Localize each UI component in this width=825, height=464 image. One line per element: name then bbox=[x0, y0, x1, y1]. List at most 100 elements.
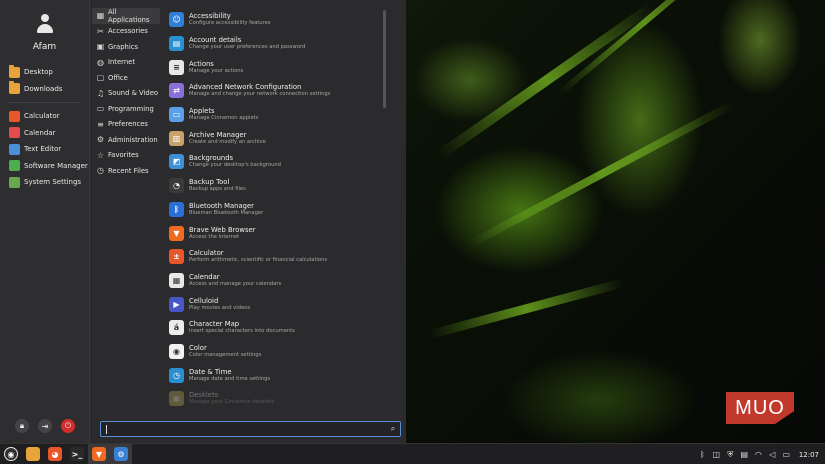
app-list-scrollbar[interactable] bbox=[383, 10, 386, 108]
category-administration[interactable]: ⚙ Administration bbox=[92, 132, 160, 148]
lock-icon: 🔒︎ bbox=[19, 421, 25, 430]
calculator-icon: ± bbox=[169, 249, 184, 265]
firefox-launcher[interactable]: ◕ bbox=[44, 444, 66, 464]
app-name: Celluloid bbox=[189, 296, 219, 305]
category-label: Sound & Video bbox=[108, 89, 159, 98]
app-item[interactable]: ◷ Date & Time Manage date and time setting… bbox=[162, 363, 394, 387]
app-name: Backup Tool bbox=[189, 178, 230, 187]
sidebar-place-downloads[interactable]: Downloads bbox=[0, 81, 89, 98]
text-caret bbox=[106, 424, 107, 434]
clipboard-icon[interactable]: ▤ bbox=[740, 450, 749, 459]
archive-icon: ▥ bbox=[169, 130, 184, 146]
sidebar-favorite-calculator[interactable]: Calculator bbox=[0, 108, 89, 125]
app-name: Archive Manager bbox=[189, 130, 247, 139]
app-description: Access the Internet bbox=[189, 233, 240, 240]
user-name: Afam bbox=[32, 42, 57, 52]
app-item[interactable]: ᛒ Bluetooth Manager Blueman Bluetooth Mana… bbox=[162, 198, 394, 222]
app-description: Change your desktop's background bbox=[189, 162, 281, 169]
app-item[interactable]: ☺ Accessibility Configure accessibility fe… bbox=[162, 8, 394, 32]
app-item[interactable]: ▣ Desklets Manage your Cinnamon desklets bbox=[162, 387, 394, 411]
sidebar-favorite-text-editor[interactable]: Text Editor bbox=[0, 141, 89, 158]
category-preferences[interactable]: ≡ Preferences bbox=[92, 117, 160, 133]
applets-icon: ▭ bbox=[169, 107, 184, 123]
app-description: Insert special characters into documents bbox=[189, 328, 295, 335]
category-label: Favorites bbox=[108, 151, 139, 160]
menu-search-box[interactable]: ⌕ bbox=[100, 421, 401, 437]
sidebar-place-desktop[interactable]: Desktop bbox=[0, 64, 89, 81]
account-icon: ▤ bbox=[169, 36, 184, 52]
app-description: Blueman Bluetooth Manager bbox=[189, 209, 264, 216]
bluetooth-icon: ᛒ bbox=[169, 201, 184, 217]
date-time-icon: ◷ bbox=[169, 367, 184, 383]
app-item[interactable]: ▦ Calendar Access and manage your calendar… bbox=[162, 269, 394, 293]
app-item[interactable]: ▤ Account details Change your user prefere… bbox=[162, 32, 394, 56]
app-name: Character Map bbox=[189, 320, 240, 329]
accessories-icon: ✂ bbox=[97, 26, 104, 36]
brave-launcher[interactable]: ▼ bbox=[88, 443, 110, 464]
sidebar-favorite-system-settings[interactable]: System Settings bbox=[0, 174, 89, 191]
terminal-launcher[interactable]: >_ bbox=[66, 444, 88, 464]
lock-screen-button[interactable]: 🔒︎ bbox=[15, 419, 29, 433]
category-sound-video[interactable]: ♫ Sound & Video bbox=[92, 86, 160, 102]
shield-icon[interactable]: ⛨ bbox=[726, 450, 735, 459]
app-name: Color bbox=[189, 343, 207, 352]
logout-button[interactable]: ⇥ bbox=[38, 419, 52, 433]
app-description: Manage date and time settings bbox=[189, 375, 271, 382]
category-programming[interactable]: ▭ Programming bbox=[92, 101, 160, 117]
color-icon: ◉ bbox=[169, 343, 184, 359]
category-accessories[interactable]: ✂ Accessories bbox=[92, 24, 160, 40]
category-label: Preferences bbox=[108, 120, 148, 129]
category-label: Accessories bbox=[108, 27, 148, 36]
terminal-icon: >_ bbox=[70, 447, 84, 461]
menu-button[interactable]: ◉ bbox=[0, 444, 22, 464]
power-icon: ⏻ bbox=[64, 421, 72, 430]
app-item[interactable]: ≡ Actions Manage your actions bbox=[162, 55, 394, 79]
sidebar-favorite-software-manager[interactable]: Software Manager bbox=[0, 158, 89, 175]
graphics-icon: ▣ bbox=[96, 42, 105, 52]
calendar-icon bbox=[9, 127, 20, 139]
app-item[interactable]: á Character Map Insert special characters … bbox=[162, 316, 394, 340]
administration-icon: ⚙ bbox=[96, 135, 105, 145]
brave-icon: ▼ bbox=[92, 447, 106, 461]
sidebar-item-label: Calculator bbox=[24, 112, 60, 121]
mint-logo-icon: ◉ bbox=[4, 447, 18, 461]
shutdown-button[interactable]: ⏻ bbox=[61, 419, 75, 433]
search-input[interactable] bbox=[109, 425, 386, 433]
app-item[interactable]: ▭ Applets Manage Cinnamon applets bbox=[162, 103, 394, 127]
app-description: Configure accessibility features bbox=[189, 20, 271, 27]
category-office[interactable]: ▢ Office bbox=[92, 70, 160, 86]
app-name: Accessibility bbox=[189, 12, 231, 21]
backup-icon: ◔ bbox=[169, 178, 184, 194]
clock[interactable]: 12:07 bbox=[799, 451, 819, 459]
app-description: Perform arithmetic, scientific or financ… bbox=[189, 257, 328, 264]
celluloid-icon: ▶ bbox=[169, 296, 184, 312]
bluetooth-icon[interactable]: ᛒ bbox=[698, 450, 707, 459]
calculator-icon bbox=[9, 110, 20, 122]
update-manager-icon[interactable]: ◫ bbox=[712, 450, 721, 459]
app-item[interactable]: ⇄ Advanced Network Configuration Manage an… bbox=[162, 79, 394, 103]
app-item[interactable]: ◔ Backup Tool Backup apps and files bbox=[162, 174, 394, 198]
app-item[interactable]: ◩ Backgrounds Change your desktop's backgr… bbox=[162, 150, 394, 174]
files-launcher[interactable] bbox=[22, 444, 44, 464]
app-item[interactable]: ▥ Archive Manager Create and modify an arc… bbox=[162, 126, 394, 150]
battery-icon[interactable]: ▭ bbox=[782, 450, 791, 459]
wifi-icon[interactable]: ◠ bbox=[754, 450, 763, 459]
volume-icon[interactable]: ◁ bbox=[768, 450, 777, 459]
app-name: Calculator bbox=[189, 249, 224, 258]
accessibility-icon: ☺ bbox=[169, 12, 184, 28]
app-item[interactable]: ▶ Celluloid Play movies and videos bbox=[162, 292, 394, 316]
category-all-applications[interactable]: ▦ All Applications bbox=[92, 8, 160, 24]
avatar[interactable] bbox=[35, 14, 55, 34]
app-item[interactable]: ▼ Brave Web Browser Access the Internet bbox=[162, 221, 394, 245]
preferences-icon: ≡ bbox=[97, 119, 104, 129]
settings-launcher[interactable]: ⚙ bbox=[110, 443, 132, 464]
category-graphics[interactable]: ▣ Graphics bbox=[92, 39, 160, 55]
category-recent-files[interactable]: ◷ Recent Files bbox=[92, 163, 160, 179]
category-internet[interactable]: ◍ Internet bbox=[92, 55, 160, 71]
taskbar: ◉ ◕ >_ ▼ ⚙ ᛒ ◫ ⛨ ▤ ◠ ◁ ▭ 12:07 bbox=[0, 443, 825, 464]
app-item[interactable]: ± Calculator Perform arithmetic, scientifi… bbox=[162, 245, 394, 269]
category-favorites[interactable]: ☆ Favorites bbox=[92, 148, 160, 164]
sidebar-favorite-calendar[interactable]: Calendar bbox=[0, 125, 89, 142]
app-item[interactable]: ◉ Color Color management settings bbox=[162, 340, 394, 364]
sidebar-item-label: Text Editor bbox=[24, 145, 62, 154]
